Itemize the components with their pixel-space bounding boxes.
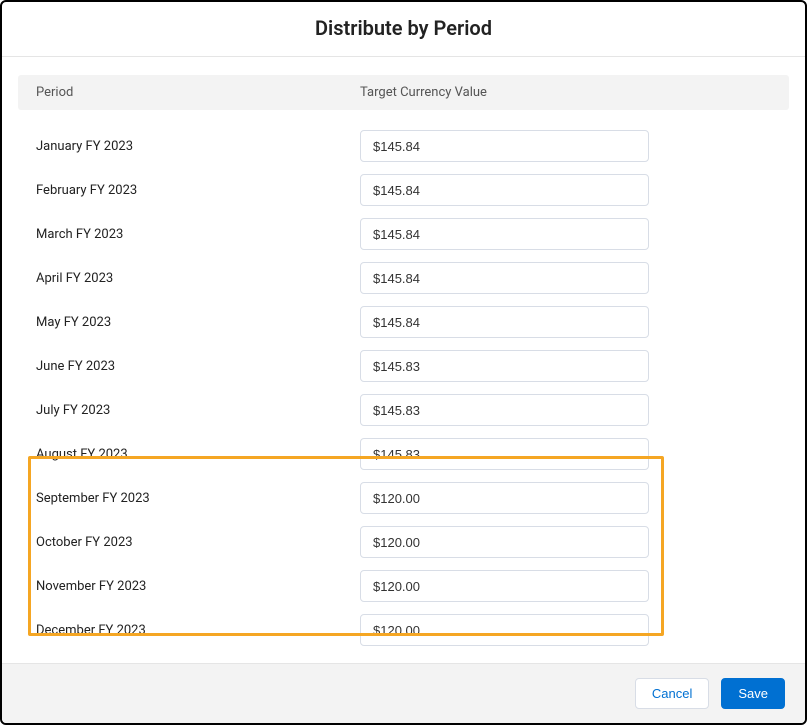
table-row: December FY 2023 <box>18 608 789 652</box>
currency-value-input[interactable] <box>360 482 649 514</box>
table-row: July FY 2023 <box>18 388 789 432</box>
table-row: February FY 2023 <box>18 168 789 212</box>
column-header-period: Period <box>36 85 360 100</box>
table-row: January FY 2023 <box>18 124 789 168</box>
currency-value-input[interactable] <box>360 350 649 382</box>
value-cell <box>360 306 771 338</box>
table-row: May FY 2023 <box>18 300 789 344</box>
period-label: January FY 2023 <box>36 139 360 154</box>
period-label: June FY 2023 <box>36 359 360 374</box>
modal-body: Period Target Currency Value January FY … <box>2 57 805 663</box>
period-label: May FY 2023 <box>36 315 360 330</box>
value-cell <box>360 394 771 426</box>
value-cell <box>360 438 771 470</box>
distribute-by-period-modal: Distribute by Period Period Target Curre… <box>0 0 807 725</box>
currency-value-input[interactable] <box>360 394 649 426</box>
currency-value-input[interactable] <box>360 614 649 646</box>
value-cell <box>360 614 771 646</box>
table-row: June FY 2023 <box>18 344 789 388</box>
currency-value-input[interactable] <box>360 130 649 162</box>
cancel-button[interactable]: Cancel <box>635 678 709 709</box>
currency-value-input[interactable] <box>360 526 649 558</box>
value-cell <box>360 174 771 206</box>
currency-value-input[interactable] <box>360 174 649 206</box>
period-label: August FY 2023 <box>36 447 360 462</box>
currency-value-input[interactable] <box>360 570 649 602</box>
column-header-value: Target Currency Value <box>360 85 771 100</box>
table-row: October FY 2023 <box>18 520 789 564</box>
period-label: July FY 2023 <box>36 403 360 418</box>
table-row: April FY 2023 <box>18 256 789 300</box>
value-cell <box>360 570 771 602</box>
table-row: March FY 2023 <box>18 212 789 256</box>
currency-value-input[interactable] <box>360 262 649 294</box>
period-label: February FY 2023 <box>36 183 360 198</box>
currency-value-input[interactable] <box>360 438 649 470</box>
period-label: September FY 2023 <box>36 491 360 506</box>
modal-header: Distribute by Period <box>2 2 805 57</box>
value-cell <box>360 130 771 162</box>
table-row: September FY 2023 <box>18 476 789 520</box>
table-row: August FY 2023 <box>18 432 789 476</box>
period-label: December FY 2023 <box>36 623 360 638</box>
value-cell <box>360 218 771 250</box>
period-label: November FY 2023 <box>36 579 360 594</box>
modal-footer: Cancel Save <box>2 663 805 723</box>
value-cell <box>360 262 771 294</box>
currency-value-input[interactable] <box>360 306 649 338</box>
period-label: October FY 2023 <box>36 535 360 550</box>
period-label: April FY 2023 <box>36 271 360 286</box>
value-cell <box>360 350 771 382</box>
value-cell <box>360 482 771 514</box>
save-button[interactable]: Save <box>721 678 785 709</box>
modal-title: Distribute by Period <box>2 16 805 40</box>
currency-value-input[interactable] <box>360 218 649 250</box>
value-cell <box>360 526 771 558</box>
table-row: November FY 2023 <box>18 564 789 608</box>
table-header-row: Period Target Currency Value <box>18 75 789 110</box>
period-label: March FY 2023 <box>36 227 360 242</box>
